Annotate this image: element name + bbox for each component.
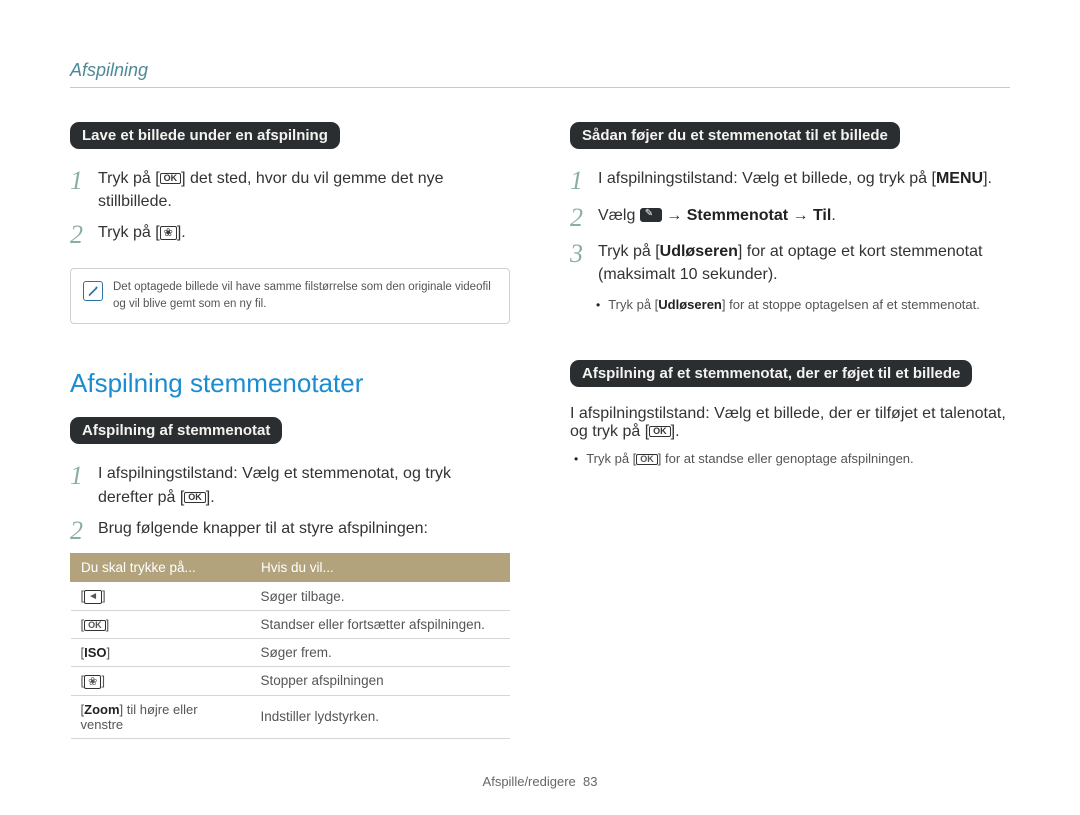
table-row: [OK] Standser eller fortsætter afspilnin… [71, 611, 510, 639]
step-number: 2 [70, 221, 92, 250]
right-column: Sådan føjer du et stemmenotat til et bil… [570, 122, 1010, 739]
iso-label: ISO [84, 645, 106, 660]
running-head: Afspilning [70, 60, 1010, 88]
r-step2: Vælg → Stemmenotat → Til. [598, 204, 1010, 227]
ok-icon: OK [649, 426, 671, 437]
table-cell: Indstiller lydstyrken. [251, 695, 510, 738]
bullet-text: Tryk på [Udløseren] for at stoppe optage… [608, 295, 980, 315]
left-column: Lave et billede under en afspilning 1 Tr… [70, 122, 510, 739]
step-number: 3 [570, 240, 592, 269]
text: I afspilningstilstand: Vælg et billede, … [598, 170, 936, 187]
ok-icon: OK [84, 620, 106, 631]
left-icon: ◄ [84, 590, 102, 604]
text: ] for at standse eller genoptage afspiln… [658, 451, 914, 466]
text: ]. [177, 224, 186, 241]
pill-add-voicememo: Sådan føjer du et stemmenotat til et bil… [570, 122, 900, 149]
table-cell: Stopper afspilningen [251, 667, 510, 696]
table-row: [❀] Stopper afspilningen [71, 667, 510, 696]
controls-table: Du skal trykke på... Hvis du vil... [◄] … [70, 553, 510, 738]
pill-play-voicememo: Afspilning af stemmenotat [70, 417, 282, 444]
text: . [831, 207, 835, 224]
text-bold: Udløseren [658, 297, 722, 312]
bullet-dot-icon: • [574, 452, 578, 466]
footer-page-number: 83 [583, 774, 597, 789]
text: Tryk på [ [608, 297, 658, 312]
step-number: 1 [570, 167, 592, 196]
text-bold: Stemmenotat [687, 207, 788, 224]
table-header: Du skal trykke på... [71, 554, 251, 582]
bullet-text: Tryk på [OK] for at standse eller genopt… [586, 449, 913, 469]
flower-icon: ❀ [84, 675, 101, 689]
text: → [662, 207, 687, 224]
tools-icon [640, 208, 662, 222]
table-row: [◄] Søger tilbage. [71, 582, 510, 611]
bullet: • Tryk på [OK] for at standse eller geno… [574, 449, 1010, 469]
table-header: Hvis du vil... [251, 554, 510, 582]
table-row: [ISO] Søger frem. [71, 639, 510, 667]
text: I afspilningstilstand: Vælg et stemmenot… [98, 465, 451, 505]
text: Vælg [598, 207, 640, 224]
text: Tryk på [ [98, 170, 160, 187]
table-cell: Søger tilbage. [251, 582, 510, 611]
pill-capture-during-playback: Lave et billede under en afspilning [70, 122, 340, 149]
text: I afspilningstilstand: Vælg et billede, … [570, 405, 1006, 440]
step-2-body: Tryk på [❀]. [98, 221, 510, 244]
footer-label: Afspille/redigere [483, 774, 576, 789]
table-cell: Søger frem. [251, 639, 510, 667]
section-title-voicememos: Afspilning stemmenotater [70, 368, 510, 399]
menu-label: MENU [936, 170, 983, 187]
text: ]. [671, 423, 680, 440]
bullet: • Tryk på [Udløseren] for at stoppe opta… [596, 295, 1010, 315]
text: → [788, 207, 813, 224]
bullet-dot-icon: • [596, 298, 600, 312]
text-bold: Til [813, 207, 831, 224]
step-number: 1 [70, 462, 92, 491]
flower-icon: ❀ [160, 226, 177, 240]
ok-icon: OK [184, 492, 206, 503]
text: Tryk på [ [98, 224, 160, 241]
step-number: 2 [570, 204, 592, 233]
r2-body: I afspilningstilstand: Vælg et billede, … [570, 405, 1010, 441]
ok-icon: OK [636, 454, 658, 465]
text: Tryk på [ [586, 451, 636, 466]
ok-icon: OK [160, 173, 182, 184]
table-cell: Standser eller fortsætter afspilningen. [251, 611, 510, 639]
step-number: 2 [70, 517, 92, 546]
text: ]. [983, 170, 992, 187]
pill-play-attached-voicememo: Afspilning af et stemmenotat, der er føj… [570, 360, 972, 387]
text: Tryk på [ [598, 243, 660, 260]
page-footer: Afspille/redigere 83 [0, 774, 1080, 789]
note-info-icon [83, 281, 103, 301]
zoom-label: Zoom [84, 702, 119, 717]
r-step1: I afspilningstilstand: Vælg et billede, … [598, 167, 1010, 190]
step-1-body: Tryk på [OK] det sted, hvor du vil gemme… [98, 167, 510, 213]
text: ]. [206, 489, 215, 506]
note-box: Det optagede billede vil have samme fils… [70, 268, 510, 325]
text-bold: Udløseren [660, 243, 738, 260]
text: ] for at stoppe optagelsen af et stemmen… [722, 297, 980, 312]
note-text: Det optagede billede vil have samme fils… [113, 279, 497, 314]
vm-step1: I afspilningstilstand: Vælg et stemmenot… [98, 462, 510, 508]
table-row: [Zoom] til højre eller venstre Indstille… [71, 695, 510, 738]
vm-step2: Brug følgende knapper til at styre afspi… [98, 517, 510, 540]
step-number: 1 [70, 167, 92, 196]
r-step3: Tryk på [Udløseren] for at optage et kor… [598, 240, 1010, 286]
